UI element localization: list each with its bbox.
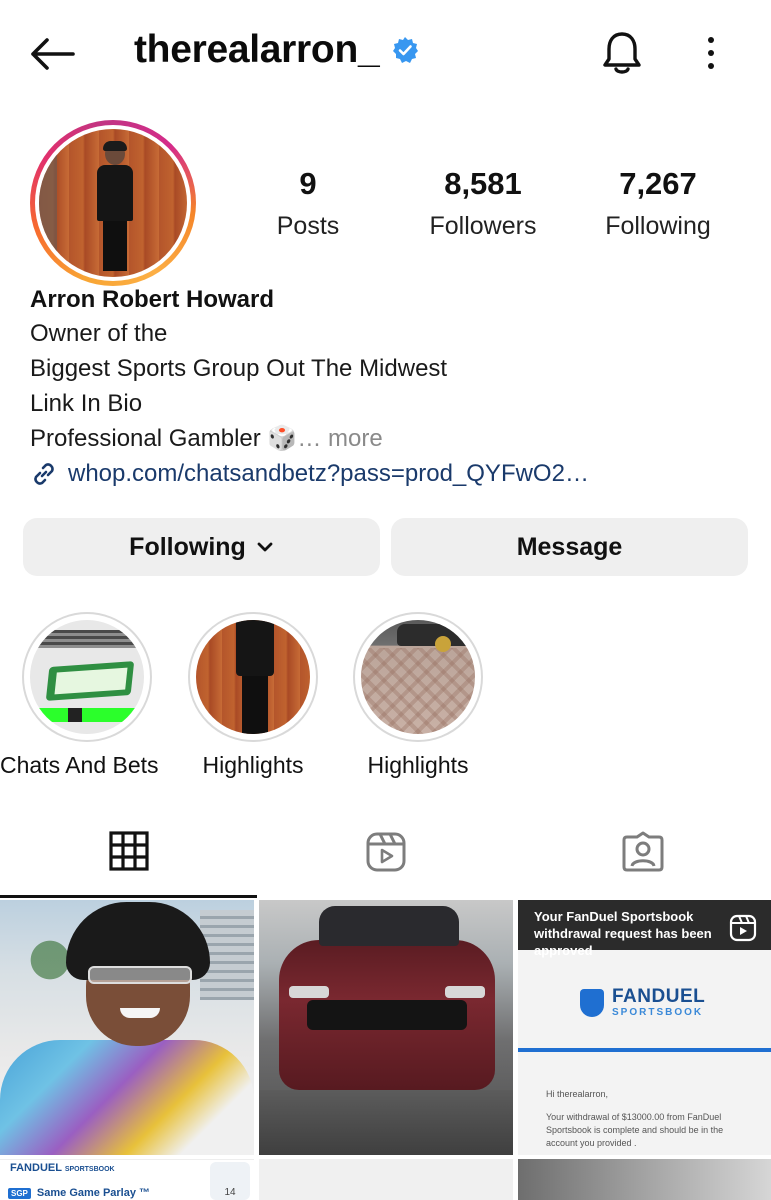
fanduel-logo: FANDUEL SPORTSBOOK bbox=[10, 1162, 115, 1174]
tagged-person-icon bbox=[622, 831, 663, 872]
reel-indicator-icon bbox=[729, 914, 757, 942]
post-thumbnail[interactable]: FANDUEL SPORTSBOOK SGP Same Game Parlay … bbox=[0, 1159, 254, 1200]
link-icon bbox=[34, 463, 54, 485]
highlight-cover bbox=[30, 620, 144, 734]
bio-line: Biggest Sports Group Out The Midwest bbox=[30, 355, 448, 382]
message-button[interactable]: Message bbox=[391, 518, 748, 576]
following-stat[interactable]: 7,267 Following bbox=[583, 166, 733, 241]
highlight-label: Chats And Bets bbox=[0, 752, 159, 778]
posts-grid: Your FanDuel Sportsbook withdrawal reque… bbox=[0, 900, 771, 1200]
more-options-button[interactable] bbox=[695, 32, 727, 74]
trophy-count: 14 bbox=[210, 1162, 250, 1200]
sgp-badge: SGP bbox=[8, 1187, 31, 1199]
profile-full-name: Arron Robert Howard bbox=[30, 286, 275, 313]
bio-link-text: whop.com/chatsandbetz?pass=prod_QYFwO2… bbox=[68, 460, 589, 487]
followers-label: Followers bbox=[429, 212, 537, 240]
bio-link[interactable]: whop.com/chatsandbetz?pass=prod_QYFwO2… bbox=[30, 456, 750, 492]
bell-icon bbox=[603, 32, 641, 74]
highlight-item[interactable]: Highlights bbox=[188, 612, 318, 779]
posts-count: 9 bbox=[299, 166, 317, 201]
profile-username: therealarron_ bbox=[134, 28, 380, 71]
post-caption-text: Your FanDuel Sportsbook withdrawal reque… bbox=[534, 909, 712, 958]
post-thumbnail[interactable]: Your FanDuel Sportsbook withdrawal reque… bbox=[518, 900, 771, 1155]
following-label: Following bbox=[605, 212, 711, 240]
posts-stat[interactable]: 9 Posts bbox=[233, 166, 383, 241]
fanduel-shield-icon bbox=[580, 989, 604, 1017]
verified-badge-icon bbox=[393, 37, 419, 63]
same-game-parlay-label: Same Game Parlay ™ bbox=[36, 1187, 151, 1199]
bio-last-line: Professional Gambler 🎲… more bbox=[30, 421, 750, 456]
post-thumbnail[interactable] bbox=[0, 900, 254, 1155]
chevron-down-icon bbox=[257, 542, 273, 552]
bio-more-link[interactable]: … more bbox=[297, 425, 382, 452]
fanduel-logo: FANDUEL SPORTSBOOK bbox=[580, 987, 705, 1018]
highlight-label: Highlights bbox=[367, 752, 469, 778]
reels-icon bbox=[366, 832, 405, 872]
grid-icon bbox=[108, 830, 149, 871]
message-button-label: Message bbox=[516, 532, 623, 561]
more-dots-icon bbox=[708, 37, 714, 43]
post-thumbnail[interactable] bbox=[259, 900, 513, 1155]
highlight-label: Highlights bbox=[202, 752, 304, 778]
tab-tagged[interactable] bbox=[514, 806, 771, 898]
profile-username-row: therealarron_ bbox=[134, 28, 419, 72]
top-bar: therealarron_ bbox=[0, 0, 771, 104]
highlight-cover bbox=[361, 620, 475, 734]
following-count: 7,267 bbox=[619, 166, 697, 201]
post-thumbnail[interactable] bbox=[259, 1159, 513, 1200]
highlight-cover bbox=[196, 620, 310, 734]
profile-tabs bbox=[0, 806, 771, 898]
highlight-chats-and-bets[interactable]: Chats And Bets bbox=[0, 612, 159, 779]
following-button[interactable]: Following bbox=[23, 518, 380, 576]
bio-line: Link In Bio bbox=[30, 390, 143, 417]
post-thumbnail[interactable] bbox=[518, 1159, 771, 1200]
posts-label: Posts bbox=[276, 212, 340, 240]
bio-line: Professional Gambler 🎲 bbox=[30, 425, 298, 452]
profile-bio: Arron Robert Howard Owner of the Biggest… bbox=[30, 284, 750, 492]
email-greeting: Hi therealarron, bbox=[546, 1089, 609, 1099]
tab-posts-grid[interactable] bbox=[0, 806, 257, 898]
bio-line: Owner of the bbox=[30, 320, 168, 347]
notifications-button[interactable] bbox=[598, 28, 646, 78]
followers-stat[interactable]: 8,581 Followers bbox=[408, 166, 558, 241]
back-button[interactable] bbox=[26, 32, 78, 76]
avatar-photo bbox=[39, 129, 187, 277]
profile-avatar[interactable] bbox=[30, 120, 196, 286]
followers-count: 8,581 bbox=[444, 166, 522, 201]
email-body: Your withdrawal of $13000.00 from FanDue… bbox=[546, 1112, 724, 1148]
arrow-left-icon bbox=[31, 38, 75, 70]
tab-reels[interactable] bbox=[257, 806, 514, 898]
highlight-item[interactable]: Highlights bbox=[353, 612, 483, 779]
following-button-label: Following bbox=[129, 532, 246, 561]
